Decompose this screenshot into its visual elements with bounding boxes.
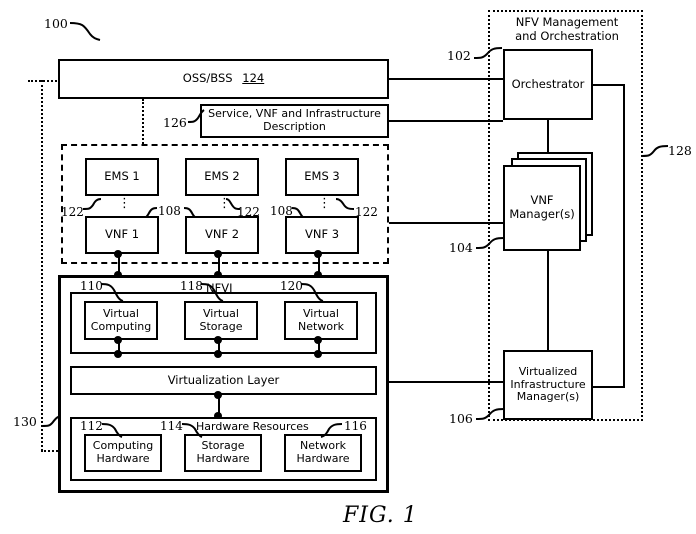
vn-node-top <box>314 336 322 344</box>
ems-2-box[interactable]: EMS 2 <box>185 158 259 196</box>
orchestrator-label: Orchestrator <box>511 76 585 91</box>
virtualization-layer-label: Virtualization Layer <box>167 372 280 387</box>
ref-104: 104 <box>449 240 473 255</box>
lead-curve-122-a <box>83 198 102 210</box>
ref-128: 128 <box>668 143 692 158</box>
nfvi-to-vim-line <box>389 381 503 383</box>
lead-curve-122-b <box>226 198 241 210</box>
lead-curve-110 <box>101 283 124 302</box>
ems-3-box[interactable]: EMS 3 <box>285 158 359 196</box>
vnf2-node-top <box>214 250 222 258</box>
vim-right-stub <box>593 386 625 388</box>
virtual-network-label: Virtual Network <box>298 306 344 333</box>
lead-curve-112 <box>102 423 123 438</box>
lead-curve-120 <box>301 283 324 302</box>
computing-hardware-label: Computing Hardware <box>92 439 154 465</box>
vim-box[interactable]: Virtualized Infrastructure Manager(s) <box>503 350 593 420</box>
lead-curve-106 <box>476 408 505 420</box>
orchestrator-right-stub <box>593 84 625 86</box>
network-hardware-label: Network Hardware <box>296 439 350 465</box>
ref-122-a: 122 <box>61 205 84 219</box>
mano-title-line2: and Orchestration <box>515 28 619 43</box>
lead-curve-100 <box>69 22 101 41</box>
ref-114: 114 <box>160 419 183 433</box>
vs-node-bottom <box>214 350 222 358</box>
vnf-1-label: VNF 1 <box>104 227 140 242</box>
ref-106: 106 <box>449 411 473 426</box>
vnf-2-label: VNF 2 <box>204 227 240 242</box>
lead-curve-122-c <box>336 198 355 210</box>
ref-100: 100 <box>44 16 68 31</box>
vnf-to-vnf-manager-line <box>389 222 503 224</box>
oss-to-orchestrator-line <box>389 78 503 80</box>
vc-node-bottom <box>114 350 122 358</box>
lead-curve-118 <box>201 283 224 302</box>
ems-1-box[interactable]: EMS 1 <box>85 158 159 196</box>
vnf-manager-box[interactable]: VNF Manager(s) <box>503 165 581 251</box>
virtual-computing-box[interactable]: Virtual Computing <box>84 301 158 340</box>
vnf-3-label: VNF 3 <box>304 227 340 242</box>
vnf1-node-top <box>114 250 122 258</box>
description-to-orchestrator-line <box>389 120 503 122</box>
vim-label-line1: Virtualized <box>518 364 578 378</box>
oss-to-vnf-dotted-line <box>142 99 144 144</box>
lead-curve-128 <box>641 145 669 157</box>
ref-108-a: 108 <box>158 204 181 218</box>
virtlayer-node <box>214 391 222 399</box>
oss-bss-left-dotted-stub <box>28 80 60 82</box>
ems-vnf-ellipsis-1: ⋮ <box>118 196 131 211</box>
vim-label-line3: Manager(s) <box>516 390 580 404</box>
storage-hardware-box[interactable]: Storage Hardware <box>184 434 262 472</box>
hardware-resources-title: Hardware Resources <box>196 420 309 433</box>
virtualization-layer-box[interactable]: Virtualization Layer <box>70 366 377 395</box>
lead-curve-116 <box>320 423 343 438</box>
oss-bss-box[interactable]: OSS/BSS 124 <box>58 59 389 99</box>
vnf-manager-label-line1: VNF <box>530 193 554 208</box>
figure-caption: FIG. 1 <box>343 503 418 528</box>
patent-figure-1: 100 130 OSS/BSS 124 Service, VNF and Inf… <box>0 0 696 534</box>
oss-bss-ref: 124 <box>242 71 265 86</box>
ref-126: 126 <box>163 115 187 130</box>
virtual-storage-box[interactable]: Virtual Storage <box>184 301 258 340</box>
ref-110: 110 <box>80 279 103 293</box>
virtual-computing-label: Virtual Computing <box>90 306 152 333</box>
vc-node-top <box>114 336 122 344</box>
orchestrator-to-vim-vertical <box>623 84 625 388</box>
vnf3-node-top <box>314 250 322 258</box>
vnf-1-box[interactable]: VNF 1 <box>85 216 159 254</box>
ref-130: 130 <box>13 414 37 429</box>
ems-3-label: EMS 3 <box>304 169 340 184</box>
lead-curve-114 <box>182 423 203 438</box>
vnf-2-box[interactable]: VNF 2 <box>185 216 259 254</box>
storage-hardware-label: Storage Hardware <box>196 439 250 465</box>
ems-1-label: EMS 1 <box>104 169 140 184</box>
ref-120: 120 <box>280 279 303 293</box>
ref-112: 112 <box>80 419 103 433</box>
vnfm-to-vim-line <box>547 251 549 350</box>
oss-bss-label: OSS/BSS 124 <box>182 71 265 86</box>
vnf-manager-label-line2: Manager(s) <box>509 207 575 221</box>
orchestrator-box[interactable]: Orchestrator <box>503 49 593 120</box>
ref-102: 102 <box>447 48 471 63</box>
vn-node-bottom <box>314 350 322 358</box>
mano-title-line1: NFV Management <box>515 15 619 29</box>
left-boundary-dotted-line <box>41 80 43 451</box>
ref-118: 118 <box>180 279 203 293</box>
vs-node-top <box>214 336 222 344</box>
ems-vnf-ellipsis-3: ⋮ <box>318 196 331 211</box>
vnf-3-box[interactable]: VNF 3 <box>285 216 359 254</box>
virtual-storage-label: Virtual Storage <box>199 306 243 333</box>
description-box[interactable]: Service, VNF and Infrastructure Descript… <box>200 104 389 138</box>
lead-curve-102 <box>474 47 503 59</box>
mano-title: NFV Management and Orchestration <box>508 15 626 43</box>
ref-116: 116 <box>344 419 367 433</box>
oss-bss-title: OSS/BSS <box>182 71 233 86</box>
ems-2-label: EMS 2 <box>204 169 240 184</box>
network-hardware-box[interactable]: Network Hardware <box>284 434 362 472</box>
virtual-network-box[interactable]: Virtual Network <box>284 301 358 340</box>
description-box-label: Service, VNF and Infrastructure Descript… <box>208 107 381 133</box>
lead-curve-126 <box>188 109 205 123</box>
computing-hardware-box[interactable]: Computing Hardware <box>84 434 162 472</box>
lead-curve-104 <box>476 237 505 249</box>
